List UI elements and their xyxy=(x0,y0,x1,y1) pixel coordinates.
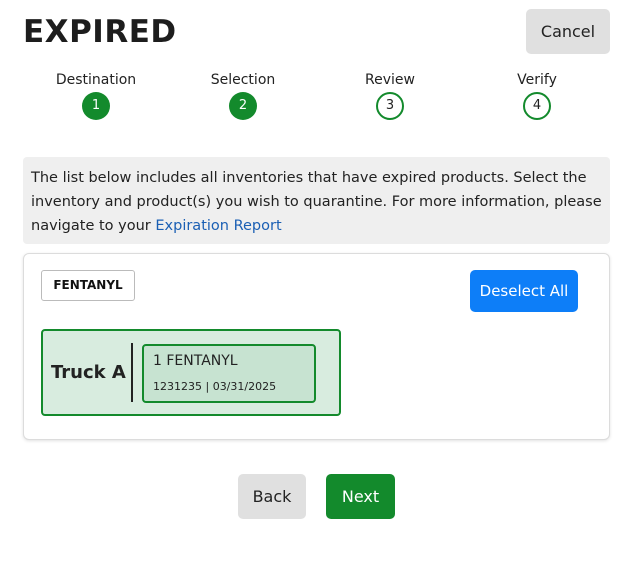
step-label: Verify xyxy=(517,72,557,88)
step-label: Selection xyxy=(210,72,276,88)
step-number-badge: 1 xyxy=(82,92,110,120)
step-label: Destination xyxy=(55,72,137,88)
inventory-divider xyxy=(131,343,133,402)
product-name: 1 FENTANYL xyxy=(153,353,238,369)
step-destination: Destination 1 xyxy=(36,70,156,120)
step-verify: Verify 4 xyxy=(477,70,597,120)
info-banner: The list below includes all inventories … xyxy=(23,157,610,244)
stepper: Destination 1 Selection 2 Review 3 Verif… xyxy=(0,70,633,130)
step-label: Review xyxy=(365,72,415,88)
info-text: The list below includes all inventories … xyxy=(31,170,602,234)
product-card[interactable]: 1 FENTANYL 1231235 | 03/31/2025 xyxy=(142,344,316,403)
cancel-button[interactable]: Cancel xyxy=(526,9,610,54)
product-filter-chip[interactable]: FENTANYL xyxy=(41,270,135,301)
step-number-badge: 2 xyxy=(229,92,257,120)
step-selection: Selection 2 xyxy=(183,70,303,120)
step-number-badge: 3 xyxy=(376,92,404,120)
product-meta: 1231235 | 03/31/2025 xyxy=(153,380,277,393)
inventory-name: Truck A xyxy=(51,362,126,383)
expiration-report-link[interactable]: Expiration Report xyxy=(155,218,281,234)
step-number-badge: 4 xyxy=(523,92,551,120)
selection-panel: FENTANYL Deselect All Truck A 1 FENTANYL… xyxy=(23,253,610,440)
back-button[interactable]: Back xyxy=(238,474,306,519)
inventory-card[interactable]: Truck A 1 FENTANYL 1231235 | 03/31/2025 xyxy=(41,329,341,416)
deselect-all-button[interactable]: Deselect All xyxy=(470,270,578,312)
next-button[interactable]: Next xyxy=(326,474,395,519)
page-title: EXPIRED xyxy=(23,14,177,50)
step-review: Review 3 xyxy=(330,70,450,120)
